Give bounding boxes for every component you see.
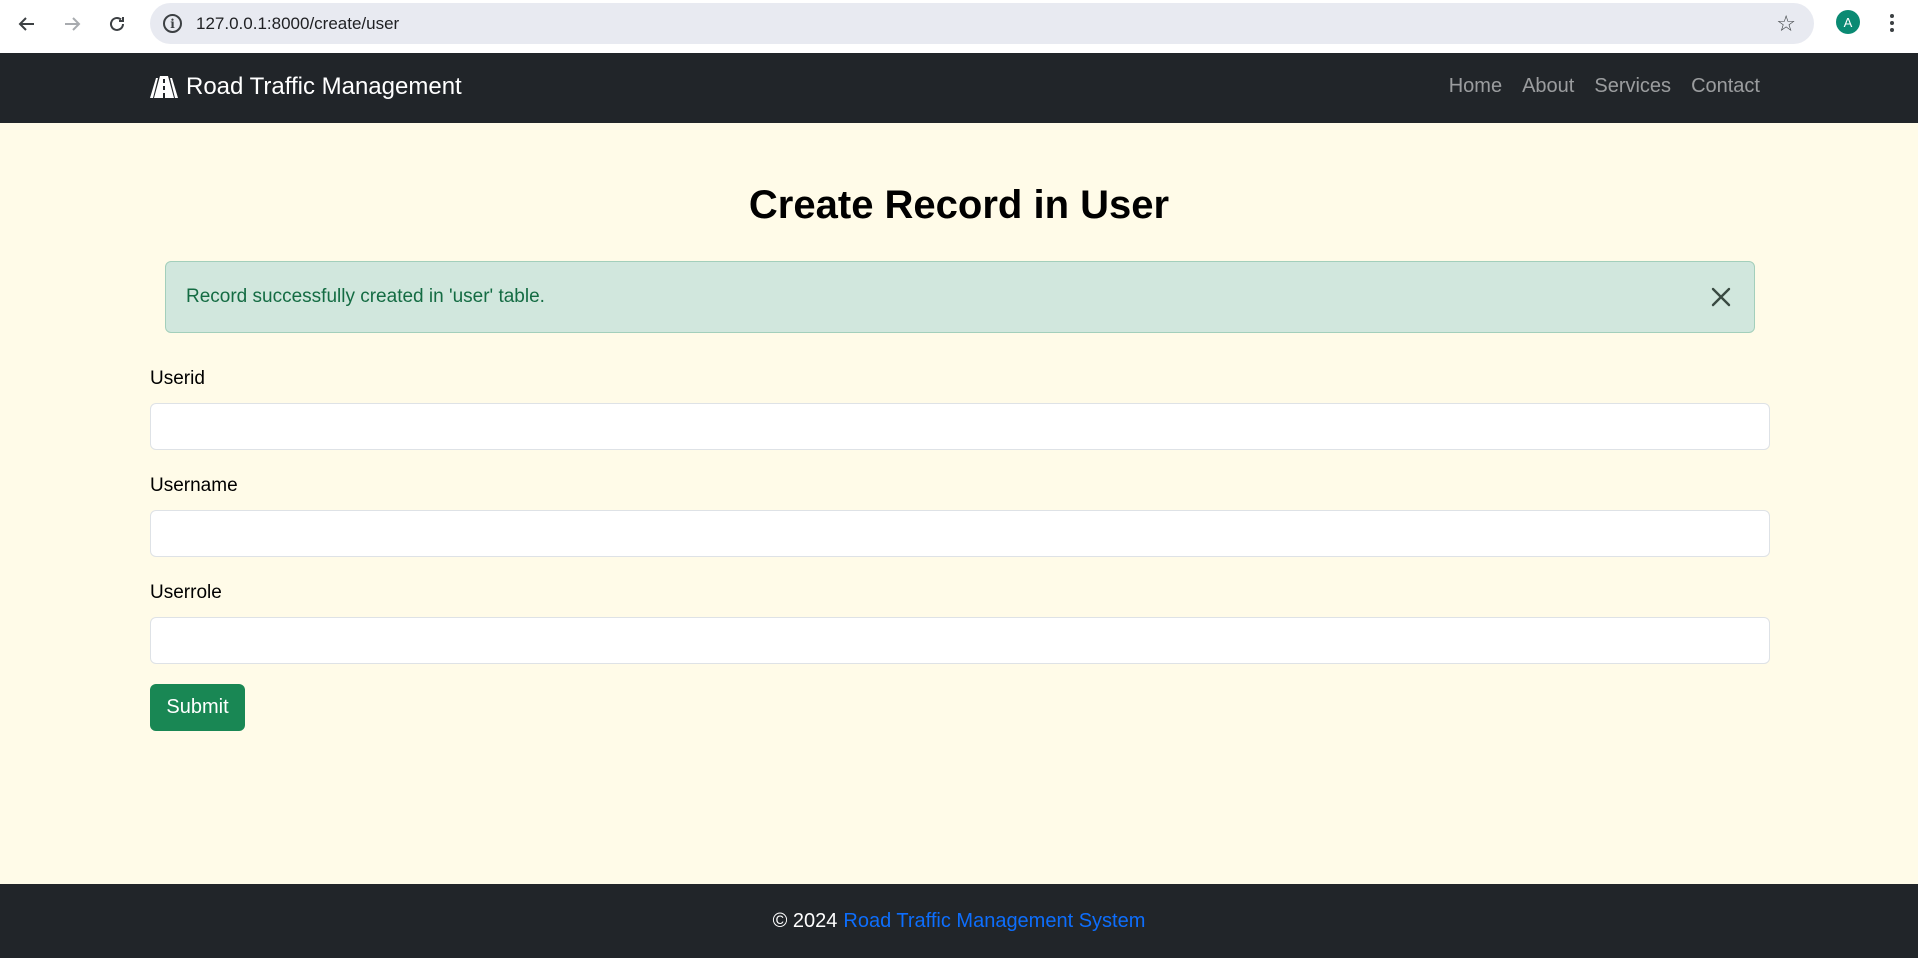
url-text[interactable]: 127.0.0.1:8000/create/user — [196, 14, 399, 34]
nav-link-contact[interactable]: Contact — [1691, 75, 1760, 98]
info-icon[interactable]: i — [163, 14, 182, 33]
footer-link[interactable]: Road Traffic Management System — [843, 910, 1145, 933]
alert-message: Record successfully created in 'user' ta… — [186, 286, 545, 307]
page-title: Create Record in User — [748, 183, 1170, 227]
footer-copyright: © 2024 — [772, 909, 838, 932]
username-field[interactable] — [150, 510, 1770, 557]
close-icon[interactable] — [1706, 282, 1736, 312]
road-icon — [150, 76, 178, 98]
nav-link-home[interactable]: Home — [1449, 75, 1502, 98]
back-arrow-icon[interactable] — [10, 7, 44, 41]
navbar: Road Traffic Management Home About Servi… — [0, 53, 1918, 123]
brand[interactable]: Road Traffic Management — [150, 73, 462, 101]
username-label: Username — [150, 475, 238, 496]
forward-arrow-icon[interactable] — [55, 7, 89, 41]
userid-label: Userid — [150, 368, 205, 389]
address-bar[interactable]: i 127.0.0.1:8000/create/user ☆ — [150, 3, 1814, 44]
success-alert: Record successfully created in 'user' ta… — [165, 261, 1755, 333]
nav-link-services[interactable]: Services — [1594, 75, 1671, 98]
footer: © 2024 Road Traffic Management System — [0, 884, 1918, 958]
userrole-field[interactable] — [150, 617, 1770, 664]
avatar[interactable]: A — [1836, 10, 1860, 34]
browser-toolbar: i 127.0.0.1:8000/create/user ☆ A — [0, 0, 1918, 53]
reload-icon[interactable] — [100, 7, 134, 41]
submit-button[interactable]: Submit — [150, 684, 245, 731]
star-icon[interactable]: ☆ — [1776, 11, 1796, 37]
kebab-menu-icon[interactable] — [1880, 9, 1904, 37]
userrole-label: Userrole — [150, 582, 222, 603]
nav-link-about[interactable]: About — [1522, 75, 1574, 98]
userid-field[interactable] — [150, 403, 1770, 450]
brand-label: Road Traffic Management — [186, 73, 462, 100]
nav-links: Home About Services Contact — [1449, 75, 1760, 98]
